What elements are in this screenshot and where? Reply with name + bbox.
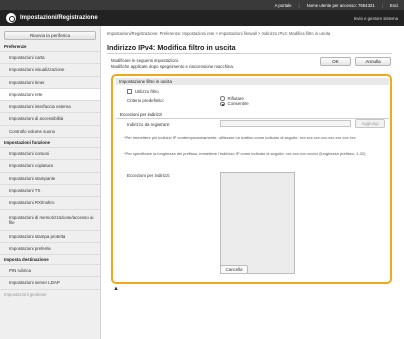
info-text: Modificare le seguenti impostazioni. Mod… [111,58,234,70]
settings-logo-icon [6,13,16,23]
policy-option-allow[interactable]: Consentire [220,101,249,106]
sidebar-item-store-access-files[interactable]: Impostazioni di memorizzazione/accesso a… [0,210,100,231]
radio-allow[interactable] [220,101,225,107]
use-filter-row[interactable]: Utilizzo filtro [127,89,159,94]
sidebar-heading-preferences: Preferenze [0,42,100,52]
app-title: Impostazioni/Registrazione [20,15,98,21]
sidebar-item-favorites[interactable]: Impostazioni preferite [0,243,100,256]
sidebar-heading-functions: Impostazioni funzione [0,138,100,149]
hint-range: *Per immettere più indirizzi IP contempo… [124,135,356,140]
divider [107,53,392,54]
hint-prefix: *Per specificare la lunghezza del prefis… [124,151,366,156]
use-filter-label: Utilizzo filtro [135,89,159,94]
outbound-filter-panel: Impostazione filtro in uscita Utilizzo f… [111,74,392,284]
address-input[interactable] [220,120,351,127]
sidebar-item-external-interface[interactable]: Impostazioni interfaccia esterna [0,101,100,114]
separator: | [381,2,383,8]
ok-button[interactable]: OK [320,57,351,66]
portal-link[interactable]: A portale [275,3,292,8]
exceptions-listbox[interactable] [220,172,295,274]
sidebar-item-network[interactable]: Impostazioni rete [0,88,100,102]
app-header: Impostazioni/Registrazione Invio e gesto… [0,10,404,26]
sidebar-item-tx[interactable]: Impostazioni TX [0,185,100,198]
separator: | [298,2,300,8]
delete-button[interactable]: Cancella [220,265,248,274]
cancel-button[interactable]: Annulla [355,57,391,66]
use-filter-checkbox[interactable] [127,89,132,94]
sidebar-item-ldap-server[interactable]: Impostazioni server LDAP [0,277,100,290]
sidebar-item-address-book-pin[interactable]: PIN rubrica [0,265,100,278]
sidebar-item-copy[interactable]: Impostazioni copiatura [0,160,100,173]
restart-device-button[interactable]: Riavvia la periferica [4,31,96,40]
sidebar-item-display[interactable]: Impostazioni visualizzazione [0,64,100,77]
sidebar: Riavvia la periferica Preferenze Imposta… [0,26,101,339]
sidebar-item-paper[interactable]: Impostazioni carta [0,52,100,65]
default-policy-label: Criterio predefinito: [127,98,165,103]
radio-allow-label: Consentire [227,101,249,107]
sidebar-item-rx-forward[interactable]: Impostazioni RX/Inoltro [0,197,100,210]
sidebar-item-common[interactable]: Impostazioni comuni [0,148,100,161]
address-label: Indirizzo da registrare: [127,122,171,127]
sidebar-item-volume[interactable]: Controllo volume suono [0,126,100,139]
admin-link[interactable]: Invio e gestore sistema [354,16,398,21]
panel-title: Impostazione filtro in uscita [116,78,389,85]
default-policy-radio-group: Rifiutare Consentire [220,96,249,107]
main-content: Impostazioni/Registrazione: Preferenze: … [107,26,404,339]
breadcrumb: Impostazioni/Registrazione: Preferenze: … [107,31,331,36]
user-label: Nome utente per accesso: 7654321 [306,2,375,8]
info-line: Modifiche applicate dopo spegnimento e r… [111,64,235,69]
sidebar-item-timer[interactable]: Impostazioni timer [0,77,100,89]
radio-reject[interactable] [220,96,225,101]
page-title: Indirizzo IPv4: Modifica filtro in uscit… [107,43,236,52]
sidebar-heading-destination: Imposta destinazione [0,255,100,266]
exceptions-subheading: Eccezioni per indirizzi [116,112,389,119]
top-bar: A portale | Nome utente per accesso: 765… [0,0,404,10]
exceptions-list-label: Eccezioni per indirizzi: [127,173,171,178]
sidebar-heading-management: Impostazioni gestione [4,291,47,297]
add-button[interactable]: Aggiungi [355,119,385,128]
sidebar-item-accessibility[interactable]: Impostazioni di accessibilità [0,113,100,126]
sidebar-item-printer[interactable]: Impostazioni stampante [0,173,100,185]
scroll-to-top-icon[interactable]: ▲ [113,286,119,292]
logout-link[interactable]: Esci [390,3,398,8]
sidebar-item-secure-print[interactable]: Impostazioni stampa protetta [0,231,100,243]
